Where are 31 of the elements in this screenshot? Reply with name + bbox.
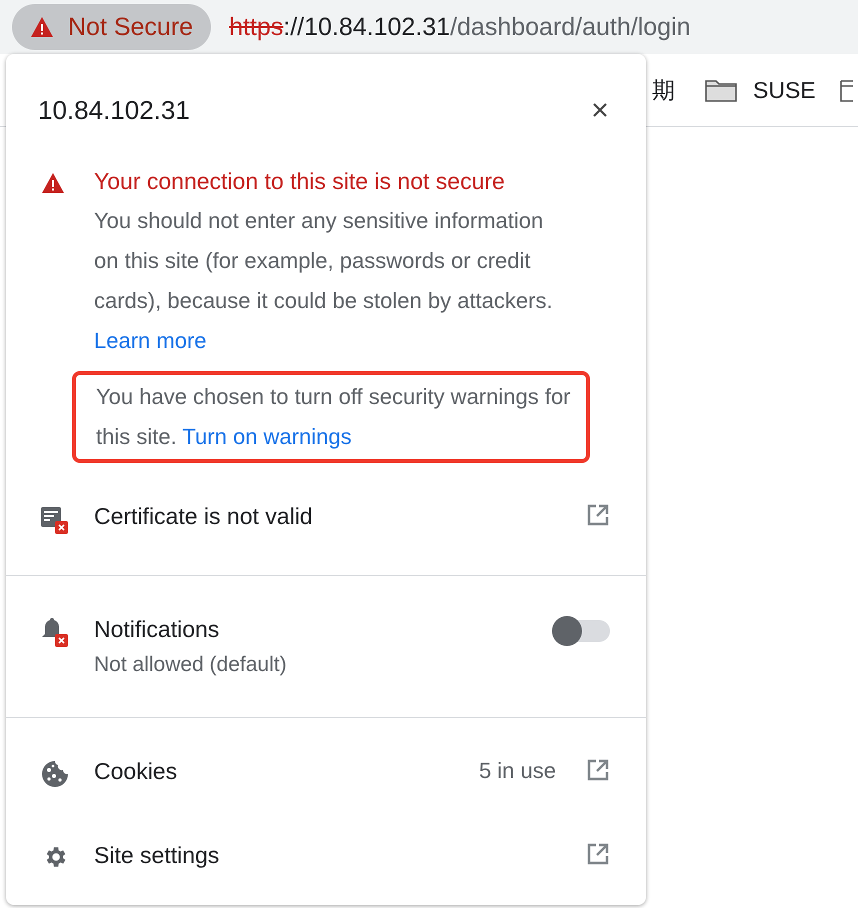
settings-row[interactable]: Certificate is not valid xyxy=(6,489,646,549)
external-link-icon[interactable] xyxy=(586,503,610,527)
external-link-icon[interactable] xyxy=(586,842,610,866)
close-icon xyxy=(592,102,608,118)
settings-row[interactable]: Site settings xyxy=(6,828,646,884)
folder-icon[interactable] xyxy=(840,78,854,102)
row-label: Notifications xyxy=(94,616,220,643)
warning-icon xyxy=(30,16,54,38)
bookmark[interactable]: SUSE xyxy=(705,76,816,104)
settings-row[interactable]: Notifications Not allowed (default) xyxy=(6,602,646,691)
row-label: Certificate is not valid xyxy=(94,503,314,530)
warning-heading: Your connection to this site is not secure xyxy=(94,168,506,195)
row-label: Cookies xyxy=(94,758,178,785)
cookie-icon xyxy=(41,760,69,788)
external-link-icon[interactable] xyxy=(586,758,610,782)
settings-row[interactable]: Cookies 5 in use xyxy=(6,744,646,802)
row-label: Site settings xyxy=(94,842,220,869)
learn-more-link[interactable]: Learn more xyxy=(94,328,207,353)
popup-title: 10.84.102.31 xyxy=(38,94,190,126)
row-sublabel: Not allowed (default) xyxy=(94,653,288,677)
row-value: 5 in use xyxy=(478,758,556,784)
bell-error-icon xyxy=(40,618,70,648)
security-chip[interactable]: Not Secure xyxy=(12,4,212,50)
warning-text: You should not enter any sensitive information on this site (for example, passwords or credit cards), because it could be stolen by attackers. Learn more xyxy=(94,207,554,355)
warning-icon xyxy=(40,172,66,194)
url-text[interactable]: https://10.84.102.31/dashboard/auth/login xyxy=(229,12,691,42)
warnings-note: You have chosen to turn off security warnings for this site. Turn on warnings xyxy=(96,383,572,451)
folder-icon xyxy=(705,78,737,102)
turn-on-warnings-link[interactable]: Turn on warnings xyxy=(182,424,352,449)
bookmark[interactable]: 期 xyxy=(652,74,675,106)
certificate-error-icon xyxy=(40,505,70,535)
